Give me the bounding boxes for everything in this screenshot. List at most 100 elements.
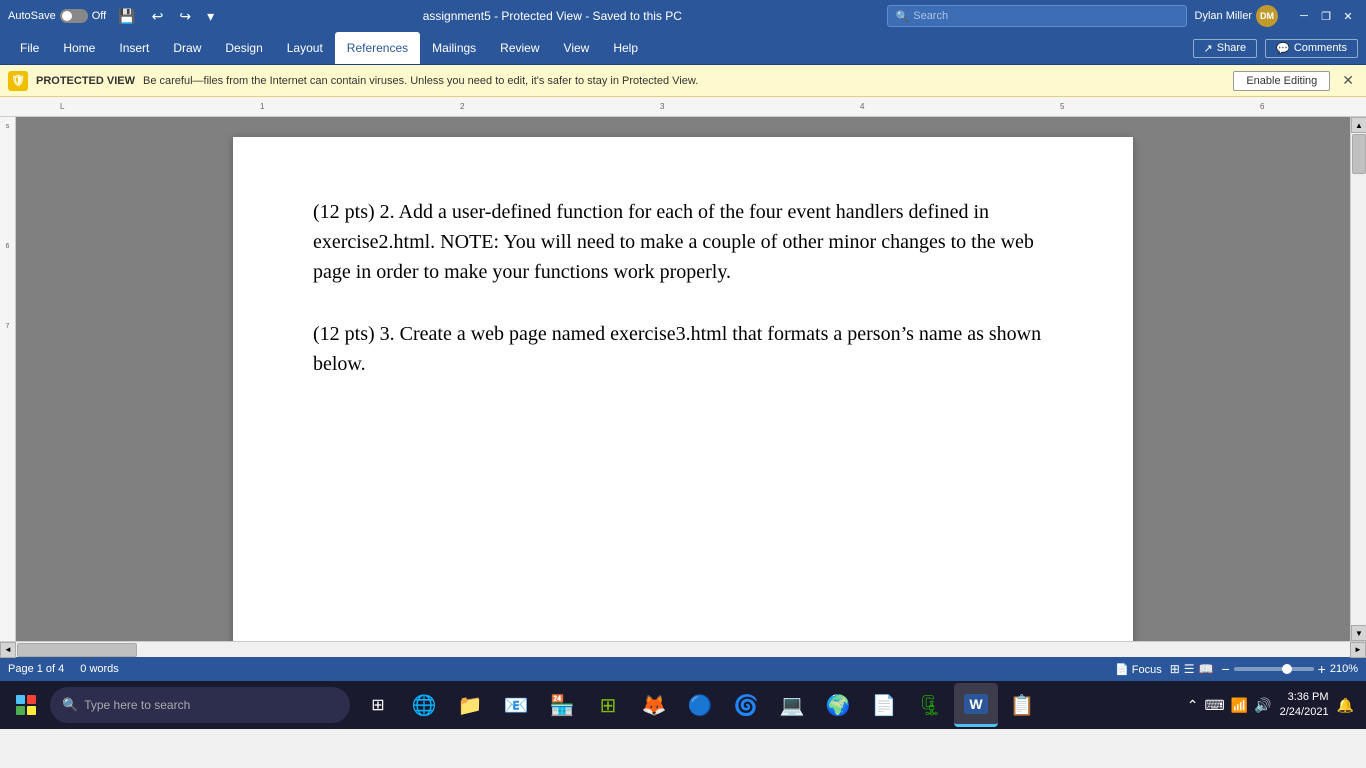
enable-editing-button[interactable]: Enable Editing: [1233, 71, 1330, 91]
tab-draw[interactable]: Draw: [161, 32, 213, 64]
taskbar: 🔍 Type here to search ⊞ 🌐 📁 📧 🏪 ⊞ 🦊 🔵 🌀 …: [0, 681, 1366, 729]
scroll-down-button[interactable]: ▼: [1351, 625, 1366, 641]
tab-references[interactable]: References: [335, 32, 420, 64]
ruler-mark: 5: [1060, 102, 1064, 111]
taskbar-search-box[interactable]: 🔍 Type here to search: [50, 687, 350, 723]
autosave-toggle[interactable]: [60, 9, 88, 23]
scroll-thumb[interactable]: [1352, 134, 1366, 174]
taskbar-network[interactable]: 🌍: [816, 683, 860, 727]
taskbar-acrobat[interactable]: 📄: [862, 683, 906, 727]
autosave-label: AutoSave: [8, 10, 56, 22]
taskbar-taskview[interactable]: ⊞: [356, 683, 400, 727]
horizontal-scrollbar[interactable]: ◄ ►: [0, 641, 1366, 657]
status-left: Page 1 of 4 0 words: [8, 663, 119, 675]
search-box[interactable]: 🔍: [887, 5, 1187, 27]
tray-volume[interactable]: 🔊: [1254, 697, 1271, 714]
window-controls: ─ ❐ ✕: [1294, 6, 1358, 26]
vertical-scrollbar[interactable]: ▲ ▼: [1350, 117, 1366, 641]
customize-icon[interactable]: ▾: [203, 6, 218, 27]
ribbon: File Home Insert Draw Design Layout Refe…: [0, 32, 1366, 65]
main-layout: s 6 7 (12 pts) 2. Add a user-defined fun…: [0, 117, 1366, 641]
tab-insert[interactable]: Insert: [107, 32, 161, 64]
zoom-level: 210%: [1330, 663, 1358, 675]
save-icon[interactable]: 💾: [114, 6, 139, 27]
minimize-button[interactable]: ─: [1294, 6, 1314, 26]
taskbar-search-placeholder: Type here to search: [84, 698, 190, 712]
title-bar-right: 🔍 Dylan Miller DM ─ ❐ ✕: [887, 5, 1358, 27]
print-layout-icon[interactable]: ⊞: [1170, 662, 1180, 676]
ruler-mark: 4: [860, 102, 864, 111]
taskbar-icons: ⊞ 🌐 📁 📧 🏪 ⊞ 🦊 🔵 🌀 💻 🌍 📄 🗜 W 📋: [356, 683, 1044, 727]
left-ruler: s 6 7: [0, 117, 16, 641]
page-info: Page 1 of 4: [8, 663, 64, 675]
status-bar: Page 1 of 4 0 words 📄 Focus ⊞ ☰ 📖 − + 21…: [0, 657, 1366, 681]
clock[interactable]: 3:36 PM 2/24/2021: [1280, 690, 1329, 721]
tab-layout[interactable]: Layout: [275, 32, 335, 64]
comments-icon: 💬: [1276, 42, 1290, 55]
scroll-up-button[interactable]: ▲: [1351, 117, 1366, 133]
tab-view[interactable]: View: [552, 32, 602, 64]
status-right: 📄 Focus ⊞ ☰ 📖 − + 210%: [1115, 661, 1358, 677]
zoom-in-button[interactable]: +: [1318, 661, 1326, 677]
scroll-track[interactable]: [1351, 133, 1366, 625]
share-button[interactable]: ↗ Share: [1193, 39, 1258, 58]
title-bar-left: AutoSave Off 💾 ↩ ↪ ▾: [8, 6, 218, 27]
taskbar-edge2[interactable]: 🌀: [724, 683, 768, 727]
zoom-out-button[interactable]: −: [1221, 661, 1229, 677]
taskbar-firefox[interactable]: 🦊: [632, 683, 676, 727]
restore-button[interactable]: ❐: [1316, 6, 1336, 26]
focus-icon: 📄: [1115, 664, 1129, 676]
redo-icon[interactable]: ↪: [175, 6, 195, 27]
zoom-thumb[interactable]: [1282, 664, 1292, 674]
taskbar-word[interactable]: W: [954, 683, 998, 727]
undo-icon[interactable]: ↩: [148, 6, 168, 27]
taskbar-search-icon: 🔍: [62, 697, 78, 713]
taskbar-right: ⌃ ⌨ 📶 🔊 3:36 PM 2/24/2021 🔔: [1187, 690, 1362, 721]
taskbar-7zip[interactable]: 🗜: [908, 683, 952, 727]
taskbar-tiles[interactable]: ⊞: [586, 683, 630, 727]
notification-button[interactable]: 🔔: [1337, 697, 1354, 714]
zoom-slider[interactable]: [1234, 667, 1314, 671]
taskbar-explorer[interactable]: 📁: [448, 683, 492, 727]
close-protected-bar-button[interactable]: ✕: [1338, 72, 1358, 89]
tab-review[interactable]: Review: [488, 32, 551, 64]
h-scroll-track[interactable]: [16, 642, 1350, 657]
tab-help[interactable]: Help: [601, 32, 650, 64]
protected-view-message: Be careful—files from the Internet can c…: [143, 75, 1225, 87]
windows-logo: [16, 695, 36, 715]
tab-file[interactable]: File: [8, 32, 51, 64]
taskbar-app2[interactable]: 📋: [1000, 683, 1044, 727]
scroll-right-button[interactable]: ►: [1350, 642, 1366, 658]
close-button[interactable]: ✕: [1338, 6, 1358, 26]
ruler: L 1 2 3 4 5 6: [0, 97, 1366, 117]
scroll-left-button[interactable]: ◄: [0, 642, 16, 658]
zoom-control: − + 210%: [1221, 661, 1358, 677]
comments-button[interactable]: 💬 Comments: [1265, 39, 1358, 58]
tab-home[interactable]: Home: [51, 32, 107, 64]
tray-keyboard[interactable]: ⌨: [1205, 697, 1225, 714]
view-icons: ⊞ ☰ 📖: [1170, 662, 1214, 676]
word-icon: W: [964, 694, 987, 714]
h-scroll-thumb[interactable]: [17, 643, 137, 657]
start-button[interactable]: [4, 683, 48, 727]
taskbar-chrome[interactable]: 🔵: [678, 683, 722, 727]
focus-label[interactable]: 📄 Focus: [1115, 663, 1162, 676]
taskbar-outlook[interactable]: 📧: [494, 683, 538, 727]
clock-date: 2/24/2021: [1280, 705, 1329, 720]
tab-mailings[interactable]: Mailings: [420, 32, 488, 64]
search-input[interactable]: [913, 10, 1163, 22]
taskbar-edge[interactable]: 🌐: [402, 683, 446, 727]
taskbar-terminal[interactable]: 💻: [770, 683, 814, 727]
tab-design[interactable]: Design: [213, 32, 274, 64]
document-area[interactable]: (12 pts) 2. Add a user-defined function …: [16, 117, 1350, 641]
share-icon: ↗: [1204, 42, 1213, 55]
web-layout-icon[interactable]: ☰: [1184, 662, 1195, 676]
user-name: Dylan Miller: [1195, 10, 1252, 22]
taskbar-store[interactable]: 🏪: [540, 683, 584, 727]
tray-network[interactable]: 📶: [1231, 697, 1248, 714]
avatar: DM: [1256, 5, 1278, 27]
ribbon-tabs: File Home Insert Draw Design Layout Refe…: [0, 32, 1366, 64]
read-mode-icon[interactable]: 📖: [1199, 662, 1214, 676]
tray-up-arrow[interactable]: ⌃: [1187, 697, 1199, 714]
title-bar: AutoSave Off 💾 ↩ ↪ ▾ assignment5 - Prote…: [0, 0, 1366, 32]
